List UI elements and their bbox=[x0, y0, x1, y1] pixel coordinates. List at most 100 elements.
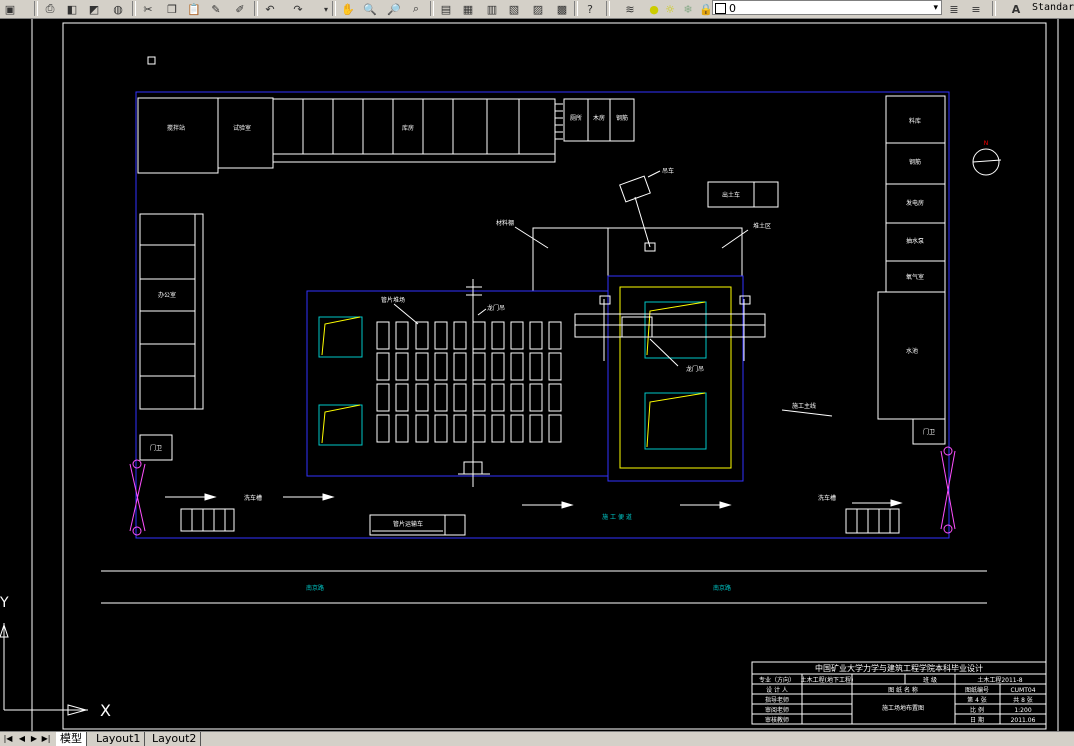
bulb-icon[interactable]: ● bbox=[646, 1, 662, 17]
tool-room-label: 木房 bbox=[593, 114, 605, 122]
preview-icon[interactable]: ◧ bbox=[64, 1, 80, 17]
zoom-previous-icon[interactable]: ⌕ bbox=[408, 1, 424, 17]
freeze-icon[interactable]: ❄ bbox=[680, 1, 696, 17]
segment-block bbox=[472, 321, 486, 350]
undo-icon[interactable]: ↶ bbox=[262, 1, 278, 17]
wash-right-dividers bbox=[856, 509, 891, 533]
ucs-icon bbox=[0, 623, 88, 716]
segment-block bbox=[415, 383, 429, 412]
publish-icon[interactable]: ◩ bbox=[86, 1, 102, 17]
title-cell: 2011.06 bbox=[1011, 717, 1036, 724]
color-box-icon bbox=[715, 3, 726, 14]
gate-right-icon bbox=[940, 446, 956, 534]
car-wash-left bbox=[180, 508, 235, 532]
pencil-icon[interactable]: ✐ bbox=[232, 1, 248, 17]
text-style-icon[interactable]: A bbox=[1008, 1, 1024, 17]
leader-line bbox=[781, 409, 833, 417]
toolbar-separator bbox=[34, 1, 38, 16]
stair-hatch bbox=[555, 103, 563, 140]
mix-station-building bbox=[137, 97, 219, 174]
leader-line bbox=[514, 226, 549, 249]
pan-icon[interactable]: ✋ bbox=[340, 1, 356, 17]
text-style-dropdown[interactable]: Standar bbox=[1032, 0, 1074, 15]
layer-value: 0 bbox=[729, 2, 736, 15]
shed-label: 材料棚 bbox=[496, 219, 514, 227]
title-cell: 1:200 bbox=[1014, 707, 1031, 714]
shaft-marker bbox=[646, 301, 706, 356]
layer-previous-icon[interactable]: ≣ bbox=[946, 1, 962, 17]
title-cell: CUMT04 bbox=[1010, 687, 1035, 694]
leader-line bbox=[721, 229, 749, 249]
gantry-crane-2 bbox=[574, 295, 766, 361]
street-label-right: 南京路 bbox=[713, 584, 731, 592]
paste-icon[interactable]: 📋 bbox=[186, 1, 202, 17]
segment-block bbox=[395, 352, 409, 381]
water-tank-label: 水池 bbox=[906, 347, 918, 355]
tab-model[interactable]: 模型 bbox=[56, 732, 87, 746]
cut-icon[interactable]: ✂ bbox=[140, 1, 156, 17]
sheetset-icon[interactable]: ▧ bbox=[506, 1, 522, 17]
title-cell: 图 纸 名 称 bbox=[888, 686, 918, 694]
segment-block bbox=[529, 414, 543, 443]
storage-area-label: 堆土区 bbox=[753, 222, 771, 230]
brush-icon[interactable]: ✎ bbox=[208, 1, 224, 17]
arrow-head-icon bbox=[204, 493, 217, 501]
wash-right-label: 洗车槽 bbox=[818, 494, 836, 502]
traffic-arrows bbox=[165, 493, 903, 509]
leader-line bbox=[477, 308, 487, 316]
design-center-icon[interactable]: ▦ bbox=[460, 1, 476, 17]
layer-dropdown[interactable]: 0 ▾ bbox=[712, 0, 942, 15]
tab-last-icon[interactable]: ▶| bbox=[40, 733, 52, 745]
test-room-building bbox=[217, 97, 274, 169]
leader-line bbox=[649, 338, 679, 367]
chevron-down-icon[interactable]: ▾ bbox=[933, 1, 938, 16]
segment-block bbox=[472, 352, 486, 381]
office-label: 办公室 bbox=[158, 291, 176, 299]
trunk-label: 施工主线 bbox=[792, 402, 816, 410]
segment-block bbox=[434, 321, 448, 350]
segment-block bbox=[376, 414, 390, 443]
copy-icon[interactable]: ❐ bbox=[164, 1, 180, 17]
segment-block bbox=[376, 383, 390, 412]
segment-block bbox=[395, 414, 409, 443]
segment-block bbox=[415, 352, 429, 381]
segment-block bbox=[395, 383, 409, 412]
segment-pile bbox=[318, 404, 363, 446]
tab-prev-icon[interactable]: ◀ bbox=[16, 733, 28, 745]
shaft-marker bbox=[646, 392, 706, 448]
tab-first-icon[interactable]: |◀ bbox=[2, 733, 14, 745]
sun-icon[interactable]: ☼ bbox=[662, 1, 678, 17]
layer-states-icon[interactable]: ≡ bbox=[968, 1, 984, 17]
gas-label: 氧气室 bbox=[906, 273, 924, 281]
title-cell: 指导老师 bbox=[765, 696, 789, 704]
zoom-window-icon[interactable]: 🔎 bbox=[386, 1, 402, 17]
segment-marker bbox=[321, 316, 361, 356]
tab-layout1[interactable]: Layout1 bbox=[92, 732, 146, 746]
segment-block bbox=[491, 414, 505, 443]
segment-pile bbox=[318, 316, 363, 358]
drawing-canvas[interactable]: 搅拌站 试验室 库房 厕所 木房 钢筋 办公室 门卫 料库 钢筋 发电房 抽水泵… bbox=[0, 19, 1074, 731]
wash-left-dividers bbox=[191, 509, 226, 531]
water-tank-building bbox=[877, 291, 946, 420]
calculator-icon[interactable]: ▩ bbox=[554, 1, 570, 17]
title-cell: 专业（方向） bbox=[759, 676, 795, 684]
street-label-left: 南京路 bbox=[306, 584, 324, 592]
tab-next-icon[interactable]: ▶ bbox=[28, 733, 40, 745]
print-icon[interactable]: ⎙ bbox=[42, 1, 58, 17]
tool-palette-icon[interactable]: ▥ bbox=[484, 1, 500, 17]
segment-grid bbox=[376, 321, 562, 443]
properties-icon[interactable]: ▤ bbox=[438, 1, 454, 17]
title-cell: 图纸编号 bbox=[965, 686, 989, 694]
markup-icon[interactable]: ▨ bbox=[530, 1, 546, 17]
save-icon[interactable]: ▣ bbox=[2, 1, 18, 17]
toolbar-separator bbox=[992, 1, 996, 16]
zoom-realtime-icon[interactable]: 🔍 bbox=[362, 1, 378, 17]
title-school: 中国矿业大学力学与建筑工程学院本科毕业设计 bbox=[815, 663, 983, 673]
plot-icon[interactable]: ◍ bbox=[110, 1, 126, 17]
layer-manager-icon[interactable]: ≋ bbox=[622, 1, 638, 17]
help-icon[interactable]: ? bbox=[582, 1, 598, 17]
segment-block bbox=[529, 352, 543, 381]
arrow-head-icon bbox=[322, 493, 335, 501]
redo-icon[interactable]: ↷ bbox=[290, 1, 306, 17]
tab-layout2[interactable]: Layout2 bbox=[148, 732, 202, 746]
